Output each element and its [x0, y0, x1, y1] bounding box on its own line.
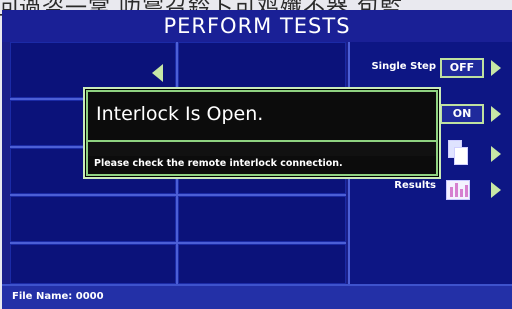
file-name-label: File Name: 0000	[12, 291, 104, 302]
grid-cell[interactable]	[178, 196, 346, 242]
photo-frame: 回過咨一掌 叻嘗召鈐卜可鸡殲不器 包監 PERFORM TESTS Single…	[0, 0, 512, 309]
page-title: PERFORM TESTS	[2, 10, 512, 42]
file-name-value: 0000	[75, 291, 104, 302]
file-name-key: File Name:	[12, 291, 73, 302]
single-step-toggle[interactable]: OFF	[440, 58, 484, 78]
results-label: Results	[394, 180, 436, 191]
single-step-label: Single Step	[371, 61, 436, 72]
option-toggle[interactable]: ON	[440, 104, 484, 124]
right-arrow-icon[interactable]	[491, 146, 501, 162]
interlock-alert-dialog[interactable]: Interlock Is Open. Please check the remo…	[86, 90, 438, 176]
status-footer: File Name: 0000	[2, 284, 512, 309]
right-arrow-icon[interactable]	[491, 106, 501, 122]
left-arrow-icon[interactable]	[152, 64, 163, 82]
grid-divider	[10, 242, 346, 244]
document-page	[454, 147, 468, 165]
single-step-row: Single Step OFF	[350, 48, 512, 88]
grid-cell[interactable]	[178, 244, 346, 284]
results-row: Results	[350, 170, 512, 210]
right-arrow-icon[interactable]	[491, 60, 501, 76]
document-icon[interactable]	[448, 140, 470, 166]
grid-divider	[10, 194, 346, 196]
dialog-divider	[88, 140, 436, 156]
results-chart-icon[interactable]	[446, 180, 470, 200]
dialog-title: Interlock Is Open.	[96, 103, 264, 125]
right-arrow-icon[interactable]	[491, 182, 501, 198]
grid-cell[interactable]	[10, 196, 176, 242]
grid-cell[interactable]	[10, 244, 176, 284]
dialog-message: Please check the remote interlock connec…	[94, 158, 343, 169]
